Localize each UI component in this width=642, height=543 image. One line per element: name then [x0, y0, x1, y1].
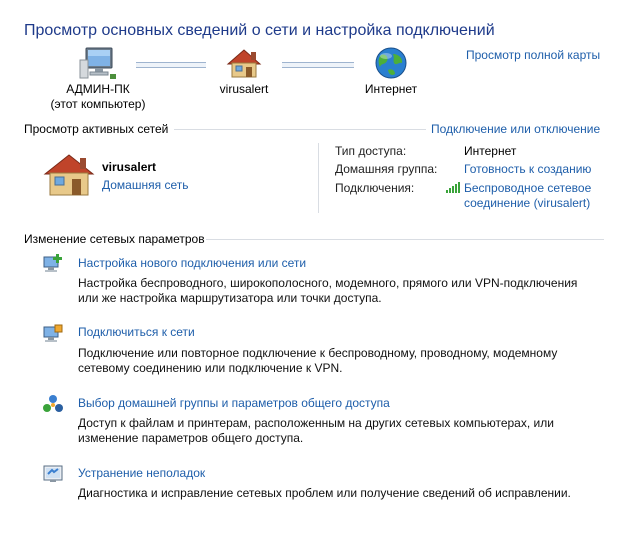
- house-icon: [43, 154, 95, 196]
- task-troubleshoot-link[interactable]: Устранение неполадок: [78, 466, 205, 480]
- full-map-link[interactable]: Просмотр полной карты: [466, 48, 600, 62]
- globe-icon: [375, 47, 407, 79]
- troubleshoot-icon: [42, 464, 64, 484]
- task-troubleshoot-desc: Диагностика и исправление сетевых пробле…: [78, 486, 608, 501]
- homegroup-link[interactable]: Готовность к созданию: [464, 162, 591, 176]
- map-connector-1: [136, 62, 206, 68]
- change-settings-title: Изменение сетевых параметров: [24, 232, 205, 246]
- network-type-link[interactable]: Домашняя сеть: [102, 178, 188, 192]
- properties-divider: [318, 143, 319, 213]
- map-node-internet[interactable]: Интернет: [356, 46, 426, 97]
- task-connect-network-desc: Подключение или повторное подключение к …: [78, 346, 608, 376]
- homegroup-sharing-icon: [42, 394, 64, 414]
- task-desc-line: сетевому соединению или подключение к VP…: [78, 361, 343, 375]
- connect-network-icon: [42, 324, 64, 344]
- access-type-label: Тип доступа:: [335, 144, 407, 158]
- task-new-connection-desc: Настройка беспроводного, широкополосного…: [78, 276, 608, 306]
- internet-node-label: Интернет: [364, 82, 418, 96]
- task-desc-line: или же настройка маршрутизатора или точк…: [78, 291, 382, 305]
- wireless-connection-line2: соединение (virusalert): [464, 196, 591, 210]
- connect-disconnect-link[interactable]: Подключение или отключение: [431, 122, 600, 136]
- task-desc-line: Диагностика и исправление сетевых пробле…: [78, 486, 571, 500]
- map-node-computer[interactable]: АДМИН-ПК (этот компьютер): [48, 46, 148, 112]
- active-network-name: virusalert: [102, 160, 157, 174]
- task-new-connection-link[interactable]: Настройка нового подключения или сети: [78, 256, 306, 270]
- computer-name: АДМИН-ПК: [66, 82, 130, 96]
- task-desc-line: Подключение или повторное подключение к …: [78, 346, 558, 360]
- page-title: Просмотр основных сведений о сети и наст…: [24, 22, 495, 39]
- wireless-connection-line1: Беспроводное сетевое: [464, 181, 592, 195]
- connections-label: Подключения:: [335, 181, 415, 195]
- wifi-signal-icon: [446, 181, 460, 193]
- task-desc-line: изменение параметров общего доступа.: [78, 431, 304, 445]
- computer-icon: [79, 47, 116, 79]
- network-card-icon: [42, 152, 96, 198]
- task-desc-line: Настройка беспроводного, широкополосного…: [78, 276, 578, 290]
- task-homegroup-link[interactable]: Выбор домашней группы и параметров общег…: [78, 396, 390, 410]
- access-type-value: Интернет: [464, 144, 517, 158]
- task-connect-network-link[interactable]: Подключиться к сети: [78, 325, 195, 339]
- active-networks-title: Просмотр активных сетей: [24, 122, 169, 136]
- task-homegroup-desc: Доступ к файлам и принтерам, расположенн…: [78, 416, 608, 446]
- active-networks-rule: [174, 129, 426, 130]
- map-node-network[interactable]: virusalert: [209, 46, 279, 97]
- wireless-connection-link[interactable]: Беспроводное сетевое соединение (virusal…: [464, 181, 591, 211]
- task-desc-line: Доступ к файлам и принтерам, расположенн…: [78, 416, 554, 430]
- home-network-icon: [226, 49, 262, 78]
- homegroup-label: Домашняя группа:: [335, 162, 438, 176]
- computer-subtitle: (этот компьютер): [50, 97, 146, 111]
- change-settings-rule: [206, 239, 604, 240]
- network-node-name: virusalert: [219, 82, 269, 96]
- new-connection-icon: [42, 254, 64, 274]
- map-connector-2: [282, 62, 354, 68]
